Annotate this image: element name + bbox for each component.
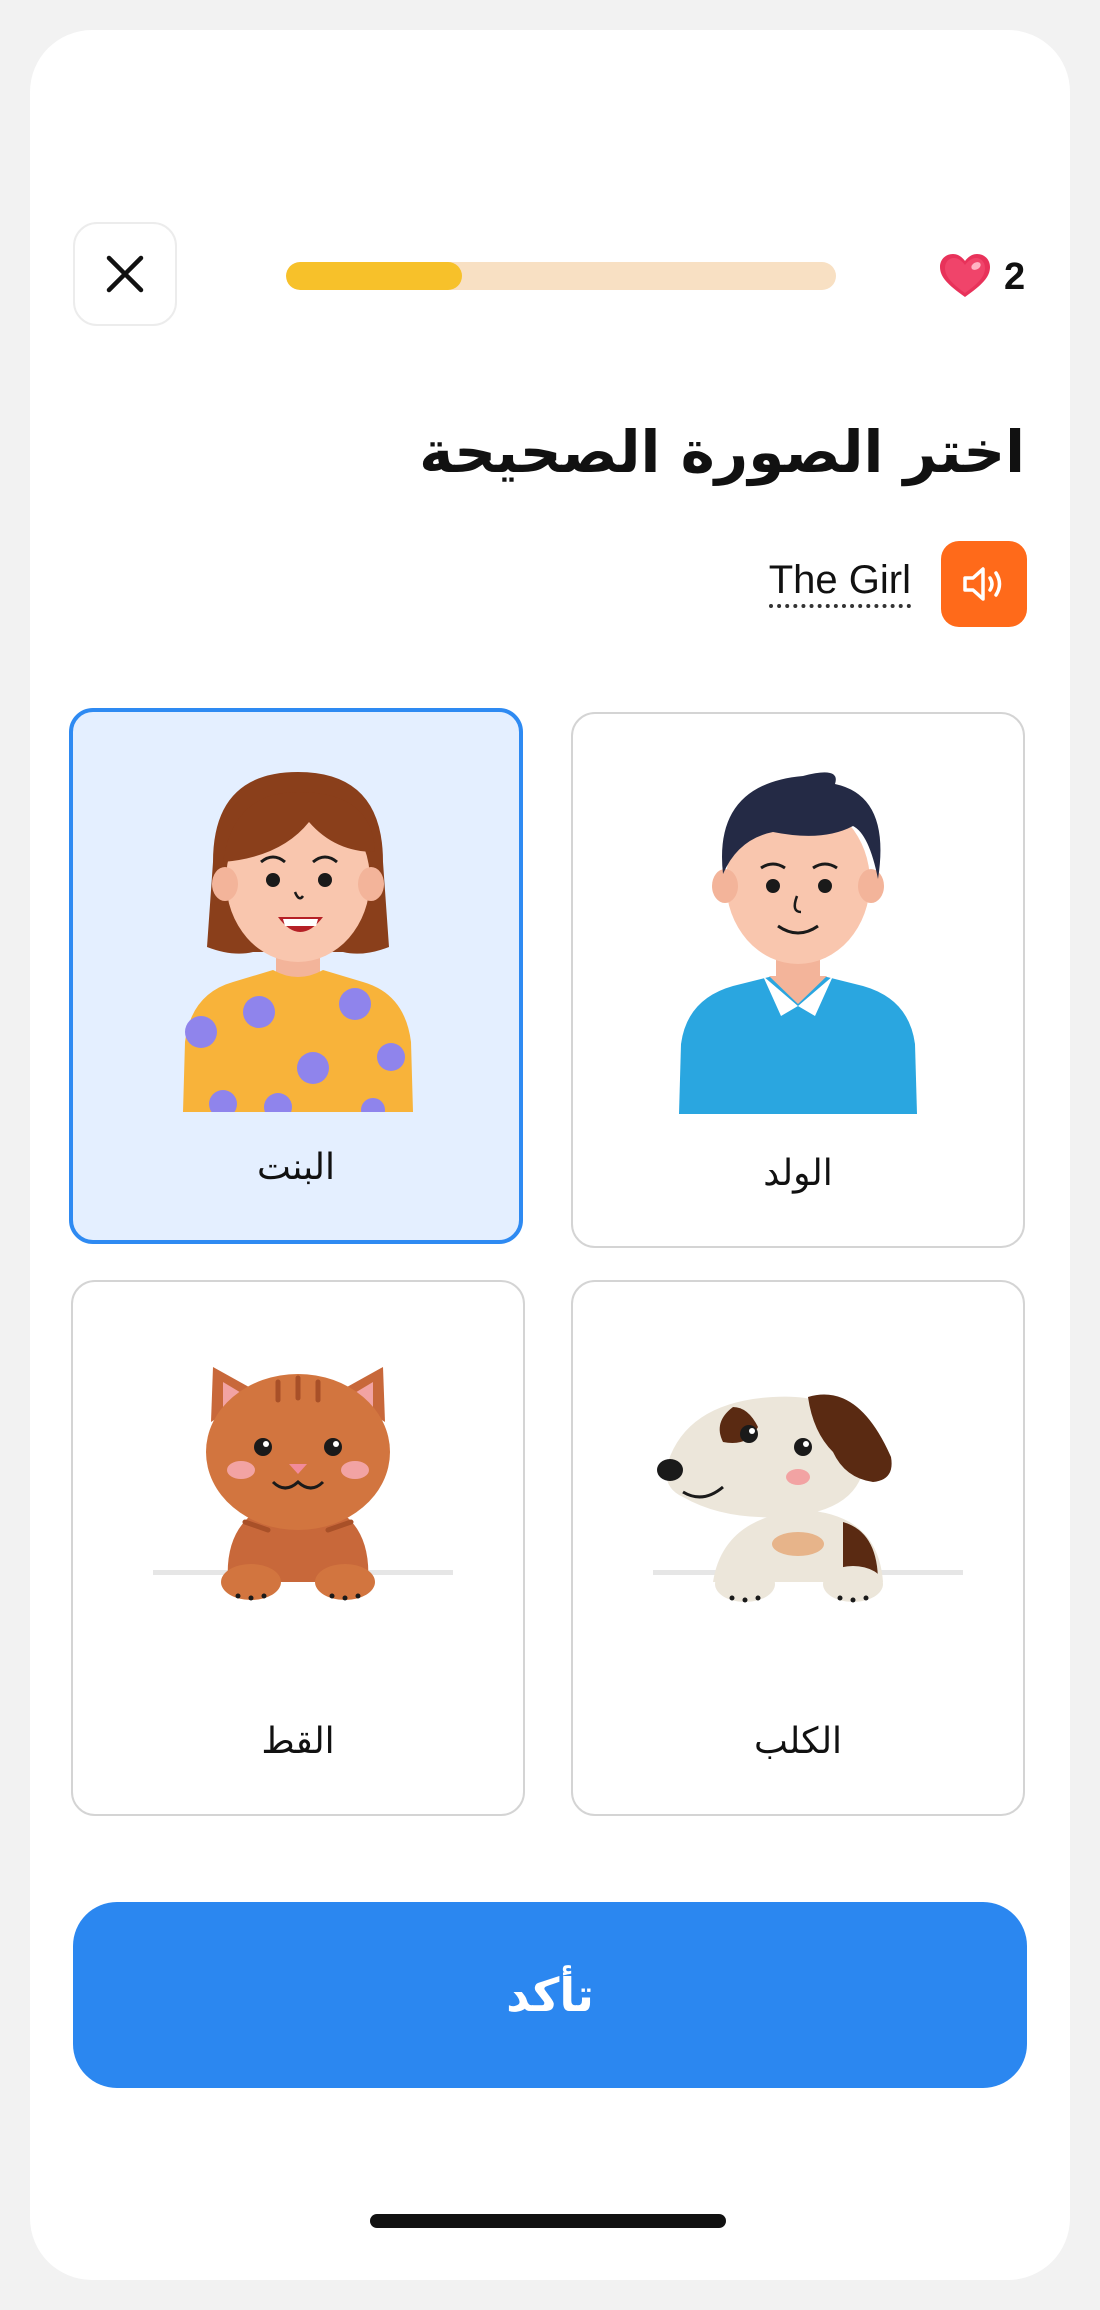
cat-illustration — [73, 1282, 523, 1682]
dog-illustration — [573, 1282, 1023, 1682]
question-title: اختر الصورة الصحيحة — [419, 418, 1025, 486]
boy-illustration — [573, 714, 1023, 1114]
target-word[interactable]: The Girl — [768, 560, 911, 608]
app-screen: 2 اختر الصورة الصحيحة The Girl البنت الو… — [30, 30, 1070, 2280]
home-indicator — [370, 2214, 726, 2228]
target-word-row: The Girl — [768, 540, 1027, 628]
speaker-icon — [963, 567, 1002, 601]
confirm-button[interactable]: تأكد — [73, 1902, 1027, 2088]
option-label-boy: الولد — [763, 1153, 833, 1194]
option-label-dog: الكلب — [753, 1721, 843, 1762]
play-audio-button[interactable] — [941, 541, 1027, 627]
heart-icon — [940, 254, 990, 297]
progress-fill — [286, 262, 462, 290]
close-button[interactable] — [73, 222, 177, 326]
option-card-dog[interactable]: الكلب — [571, 1280, 1025, 1816]
option-card-cat[interactable]: القط — [71, 1280, 525, 1816]
girl-illustration — [73, 712, 519, 1122]
option-label-cat: القط — [261, 1721, 335, 1762]
option-label-girl: البنت — [256, 1147, 336, 1188]
close-icon — [106, 255, 144, 293]
hearts-count: 2 — [1004, 255, 1026, 298]
option-card-boy[interactable]: الولد — [571, 712, 1025, 1248]
hearts-counter: 2 — [938, 252, 1025, 302]
lesson-progress-bar — [286, 262, 836, 290]
option-card-girl[interactable]: البنت — [69, 708, 523, 1244]
